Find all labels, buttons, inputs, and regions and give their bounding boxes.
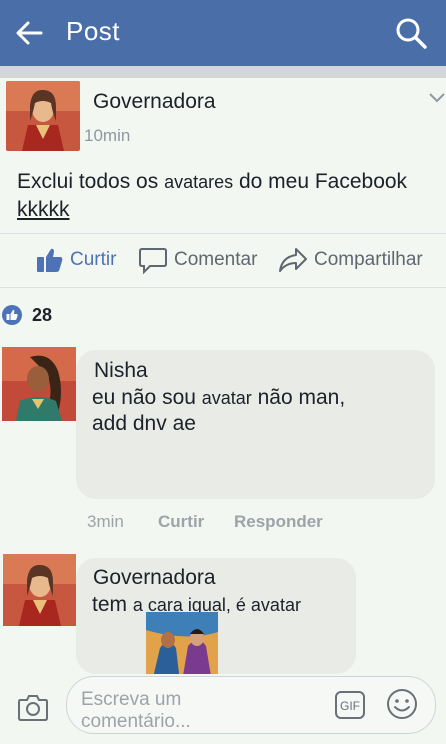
post-text-3: do meu Facebook — [233, 170, 408, 193]
post-text-1: Exclui todos os — [17, 170, 165, 193]
divider — [0, 233, 446, 234]
comment-author-avatar[interactable] — [2, 347, 76, 421]
comment-text-4: add dnv ae — [92, 412, 196, 435]
post-actions: Curtir Comentar Compartilhar — [0, 240, 446, 280]
share-label: Compartilhar — [314, 249, 423, 270]
comment-text-1: tem — [92, 593, 133, 616]
emoji-icon[interactable] — [386, 688, 418, 720]
svg-text:GIF: GIF — [340, 699, 360, 713]
share-button[interactable]: Compartilhar — [278, 240, 423, 280]
gif-icon[interactable]: GIF — [334, 690, 366, 720]
comment-icon — [139, 248, 167, 274]
comment-text-1: eu não sou — [92, 386, 202, 409]
comment-time: 3min — [87, 512, 124, 531]
page-title: Post — [66, 16, 121, 46]
comment-reply-link[interactable]: Responder — [234, 512, 323, 532]
comment-text-3: não man, — [251, 386, 346, 409]
comment-input-placeholder: Escreva um comentário... — [81, 689, 191, 732]
post-text-4: kkkkk — [17, 198, 70, 221]
comment-input[interactable]: Escreva um comentário... — [66, 676, 436, 734]
post-timestamp[interactable]: 10min — [84, 126, 130, 146]
top-bar: Post — [0, 0, 446, 66]
chevron-down-icon[interactable] — [428, 92, 446, 104]
reaction-summary[interactable]: 28 — [2, 304, 52, 326]
comment-button[interactable]: Comentar — [138, 240, 257, 280]
divider — [0, 287, 446, 288]
comment-author-name[interactable]: Nisha — [94, 359, 148, 383]
comment-text: eu não sou avatar não man, add dnv ae — [92, 385, 345, 437]
reaction-count: 28 — [32, 304, 53, 325]
comment-text-2: avatar — [201, 388, 252, 408]
header-divider — [0, 66, 446, 78]
comment-author-name[interactable]: Governadora — [93, 566, 216, 590]
camera-icon[interactable] — [17, 692, 49, 722]
comment-author-avatar[interactable] — [3, 554, 76, 626]
arrow-left-icon[interactable] — [14, 18, 44, 48]
post-body: Exclui todos os avatares do meu Facebook… — [17, 168, 445, 224]
post-text-2: avatares — [164, 172, 234, 192]
like-label: Curtir — [70, 249, 117, 270]
comment-like-link[interactable]: Curtir — [158, 512, 204, 532]
like-button[interactable]: Curtir — [36, 240, 116, 280]
post-author-avatar[interactable] — [6, 81, 80, 151]
like-reaction-icon — [2, 305, 22, 325]
comment-label: Comentar — [174, 249, 258, 270]
thumbs-up-icon — [37, 248, 63, 272]
share-icon — [279, 248, 307, 272]
post-author-name[interactable]: Governadora — [93, 90, 216, 114]
search-icon[interactable] — [394, 16, 428, 50]
comment-image[interactable] — [146, 612, 218, 682]
